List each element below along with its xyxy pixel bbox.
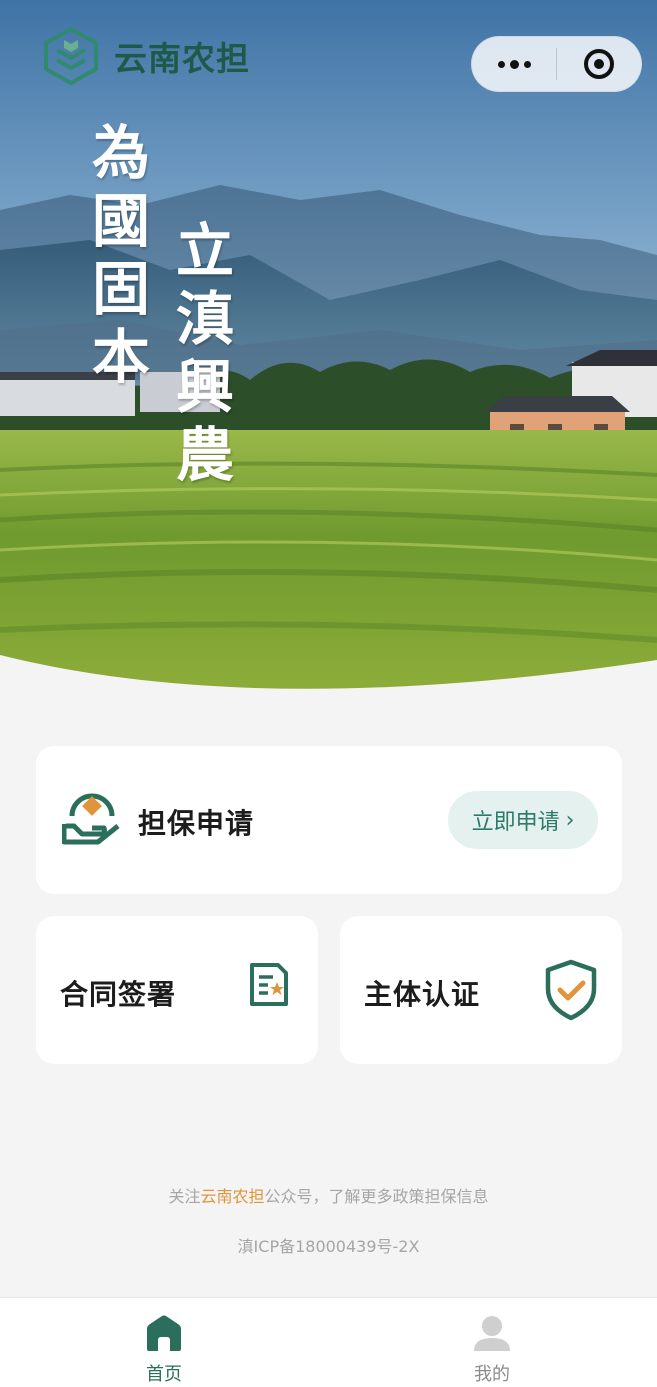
calligraphy-slogan-left: 為國固本 xyxy=(82,122,150,394)
follow-notice: 关注云南农担公众号，了解更多政策担保信息 xyxy=(0,1183,657,1207)
calligraphy-slogan-right: 立滇興農 xyxy=(166,220,234,492)
tab-home[interactable]: 首页 xyxy=(84,1308,244,1386)
notice-suffix: 公众号，了解更多政策担保信息 xyxy=(264,1187,489,1206)
home-icon xyxy=(147,1315,181,1351)
bottom-tab-bar: 首页 我的 xyxy=(0,1297,657,1387)
more-dots-icon[interactable] xyxy=(472,36,556,92)
official-account-link[interactable]: 云南农担 xyxy=(200,1187,264,1206)
guarantee-apply-title: 担保申请 xyxy=(138,807,255,840)
contract-sign-title: 合同签署 xyxy=(60,978,177,1011)
hero-banner: 云南农担 為國固本 立滇興農 xyxy=(0,0,657,700)
icp-record: 滇ICP备18000439号-2X xyxy=(237,1237,420,1256)
wheat-hexagon-logo-icon xyxy=(44,26,98,86)
contract-sign-card[interactable]: 合同签署 xyxy=(36,916,318,1064)
brand-logo: 云南农担 xyxy=(42,26,250,86)
apply-now-button[interactable]: 立即申请 › xyxy=(448,791,598,849)
tab-mine[interactable]: 我的 xyxy=(412,1308,572,1386)
hand-coin-icon xyxy=(62,793,120,845)
target-circle-icon[interactable] xyxy=(557,36,641,92)
chevron-right-icon: › xyxy=(565,807,575,833)
user-icon xyxy=(474,1316,510,1351)
entity-auth-title: 主体认证 xyxy=(364,978,481,1011)
tab-home-label: 首页 xyxy=(146,1364,182,1385)
miniprogram-capsule xyxy=(471,36,642,92)
tab-mine-label: 我的 xyxy=(474,1364,510,1385)
brand-name: 云南农担 xyxy=(114,39,250,78)
apply-now-label: 立即申请 xyxy=(471,810,560,835)
contract-document-icon xyxy=(250,963,288,1006)
notice-prefix: 关注 xyxy=(168,1187,201,1206)
entity-auth-card[interactable]: 主体认证 xyxy=(340,916,622,1064)
guarantee-apply-card[interactable]: 担保申请 立即申请 › xyxy=(36,746,622,894)
shield-check-icon xyxy=(545,959,597,1021)
